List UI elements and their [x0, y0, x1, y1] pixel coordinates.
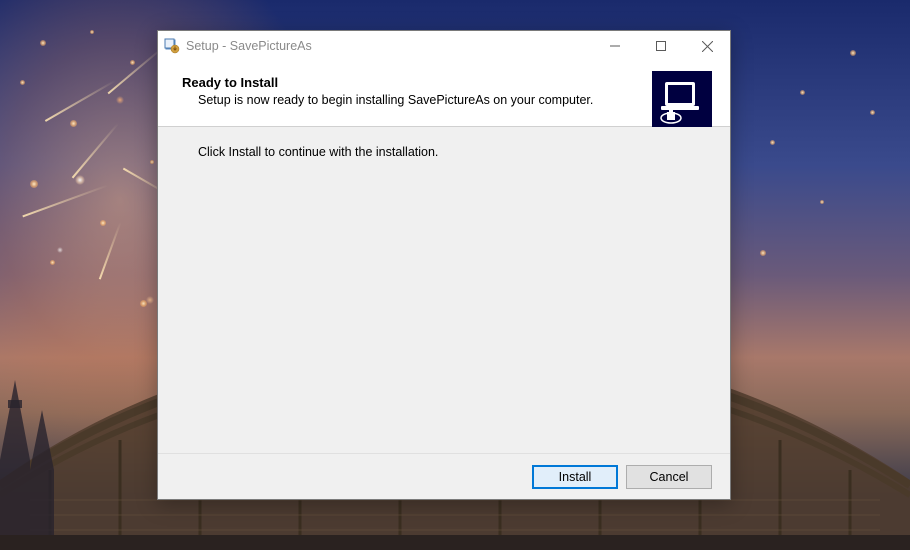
- page-description: Setup is now ready to begin installing S…: [182, 93, 642, 107]
- cancel-button[interactable]: Cancel: [626, 465, 712, 489]
- page-title: Ready to Install: [182, 75, 642, 90]
- wizard-header: Ready to Install Setup is now ready to b…: [158, 61, 730, 127]
- setup-computer-icon: [652, 71, 712, 131]
- maximize-button[interactable]: [638, 31, 684, 61]
- titlebar[interactable]: Setup - SavePictureAs: [158, 31, 730, 61]
- close-button[interactable]: [684, 31, 730, 61]
- window-title: Setup - SavePictureAs: [186, 39, 592, 53]
- instruction-text: Click Install to continue with the insta…: [198, 145, 706, 159]
- minimize-button[interactable]: [592, 31, 638, 61]
- wizard-body: Click Install to continue with the insta…: [158, 127, 730, 453]
- install-button[interactable]: Install: [532, 465, 618, 489]
- wizard-footer: Install Cancel: [158, 453, 730, 499]
- installer-icon: [164, 38, 180, 54]
- desktop-background: Setup - SavePictureAs Ready to Install S…: [0, 0, 910, 550]
- window-controls: [592, 31, 730, 61]
- setup-window: Setup - SavePictureAs Ready to Install S…: [157, 30, 731, 500]
